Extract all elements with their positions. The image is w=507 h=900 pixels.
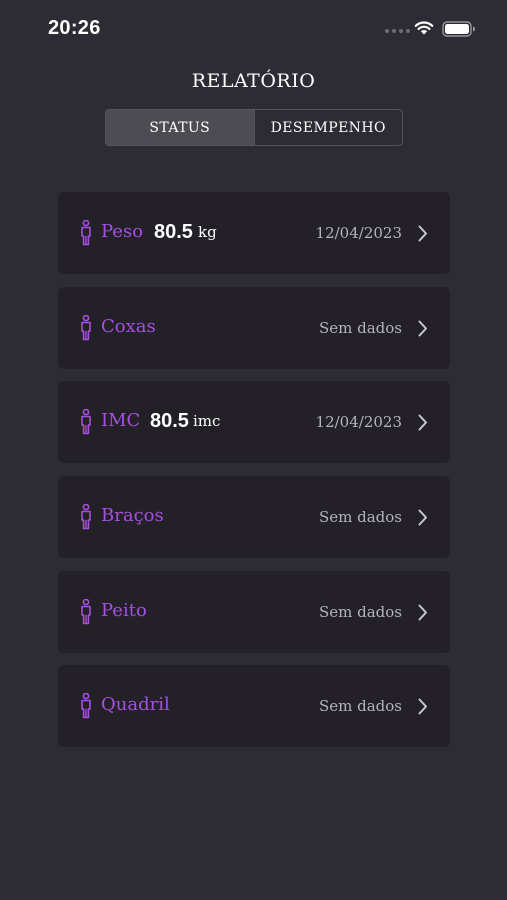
metric-date: Sem dados <box>318 318 402 337</box>
battery-icon <box>442 21 475 37</box>
metric-date: Sem dados <box>318 697 402 716</box>
metric-name: Quadril <box>101 694 170 716</box>
metric-card-coxas[interactable]: Coxas Sem dados <box>58 286 450 369</box>
chevron-right-icon <box>418 320 427 337</box>
page-title: RELATÓRIO <box>191 70 316 92</box>
chevron-right-icon <box>418 698 427 715</box>
segmented-control: STATUS DESEMPENHO <box>105 109 403 146</box>
metrics-list: Peso 80.5 kg 12/04/2023 Coxas Sem dados … <box>58 192 450 760</box>
cellular-signal-icon <box>385 29 410 33</box>
tab-status[interactable]: STATUS <box>106 110 254 145</box>
metric-card-quadril[interactable]: Quadril Sem dados <box>58 665 450 748</box>
metric-date: 12/04/2023 <box>315 224 402 242</box>
chevron-right-icon <box>418 225 427 242</box>
metric-date: Sem dados <box>318 602 402 621</box>
metric-value: 80.5 <box>154 221 193 243</box>
person-icon <box>81 693 91 719</box>
metric-unit: imc <box>193 412 221 431</box>
metric-name: IMC <box>101 410 141 432</box>
metric-date: 12/04/2023 <box>315 413 402 432</box>
person-icon <box>81 314 91 340</box>
person-icon <box>81 409 91 435</box>
metric-value: 80.5 <box>150 410 189 433</box>
metric-card-imc[interactable]: IMC 80.5 imc 12/04/2023 <box>58 381 450 464</box>
chevron-right-icon <box>418 509 427 526</box>
metric-unit: kg <box>198 223 217 241</box>
metric-card-bracos[interactable]: Braços Sem dados <box>58 476 450 559</box>
metric-card-peso[interactable]: Peso 80.5 kg 12/04/2023 <box>58 192 450 274</box>
chevron-right-icon <box>418 604 427 621</box>
metric-name: Coxas <box>101 315 156 337</box>
chevron-right-icon <box>418 414 427 431</box>
metric-name: Braços <box>101 505 164 527</box>
status-time: 20:26 <box>48 17 101 39</box>
status-bar: 20:26 <box>0 0 507 60</box>
person-icon <box>81 598 91 625</box>
tab-desempenho[interactable]: DESEMPENHO <box>253 110 403 145</box>
person-icon <box>81 220 91 246</box>
metric-card-peito[interactable]: Peito Sem dados <box>58 570 450 653</box>
wifi-icon <box>414 21 434 35</box>
metric-date: Sem dados <box>318 508 402 527</box>
person-icon <box>81 504 91 530</box>
metric-name: Peito <box>101 599 147 621</box>
metric-name: Peso <box>101 221 144 242</box>
